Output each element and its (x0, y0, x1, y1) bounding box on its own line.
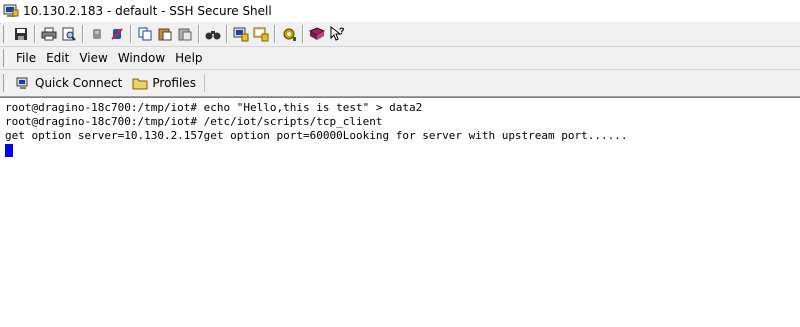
settings-icon (283, 28, 296, 41)
ssh-app-icon (3, 4, 19, 17)
toolbar-grip[interactable] (3, 25, 7, 43)
new-file-transfer-icon (253, 27, 269, 42)
menu-edit[interactable]: Edit (41, 47, 74, 69)
svg-text:?: ? (339, 26, 345, 36)
title-bar: 10.130.2.183 - default - SSH Secure Shel… (0, 0, 800, 22)
context-help-icon: ? (330, 26, 345, 41)
new-terminal-button[interactable] (232, 25, 250, 43)
save-button[interactable] (12, 25, 30, 43)
profile-bar: Quick Connect Profiles (0, 70, 800, 97)
terminal-line: get option server=10.130.2.157get option… (5, 129, 628, 142)
new-terminal-icon (233, 27, 249, 42)
toolbar-separator (226, 25, 228, 43)
print-icon (41, 27, 57, 41)
terminal-cursor (5, 144, 13, 157)
help-book-icon (309, 27, 325, 40)
find-button[interactable] (204, 25, 222, 43)
window-title: 10.130.2.183 - default - SSH Secure Shel… (23, 4, 272, 18)
settings-button[interactable] (280, 25, 298, 43)
paste-special-button[interactable] (176, 25, 194, 43)
toolbar-separator (82, 25, 84, 43)
copy-button[interactable] (136, 25, 154, 43)
paste-button[interactable] (156, 25, 174, 43)
menubar-grip[interactable] (3, 49, 7, 67)
quick-connect-button[interactable]: Quick Connect (11, 72, 128, 94)
print-button[interactable] (40, 25, 58, 43)
terminal-line: root@dragino-18c700:/tmp/iot# echo "Hell… (5, 101, 423, 114)
menu-file[interactable]: File (11, 47, 41, 69)
profiles-label: Profiles (152, 76, 196, 90)
new-file-transfer-button[interactable] (252, 25, 270, 43)
toolbar-separator (130, 25, 132, 43)
connect-button[interactable] (108, 25, 126, 43)
disconnect-button[interactable] (88, 25, 106, 43)
terminal-line: root@dragino-18c700:/tmp/iot# /etc/iot/s… (5, 115, 383, 128)
folder-icon (132, 75, 148, 91)
menu-help[interactable]: Help (170, 47, 207, 69)
main-toolbar: ? (0, 22, 800, 47)
menu-window[interactable]: Window (113, 47, 170, 69)
terminal-pane[interactable]: root@dragino-18c700:/tmp/iot# echo "Hell… (0, 97, 800, 327)
quick-connect-label: Quick Connect (35, 76, 123, 90)
toolbar-separator (198, 25, 200, 43)
menu-view[interactable]: View (74, 47, 112, 69)
terminal-cursor-line (5, 143, 800, 157)
copy-icon (138, 27, 152, 41)
toolbar-separator (274, 25, 276, 43)
toolbar-separator (34, 25, 36, 43)
save-icon (15, 28, 27, 40)
paste-special-icon (178, 28, 192, 41)
print-preview-icon (62, 27, 76, 41)
menu-bar: File Edit View Window Help (0, 47, 800, 70)
connect-icon (111, 28, 123, 40)
profilebar-separator (203, 74, 205, 92)
paste-icon (158, 28, 172, 41)
help-book-button[interactable] (308, 25, 326, 43)
disconnect-icon (93, 29, 101, 39)
toolbar-separator (302, 25, 304, 43)
print-preview-button[interactable] (60, 25, 78, 43)
quick-connect-icon (15, 75, 31, 91)
find-icon (205, 31, 221, 40)
profiles-button[interactable]: Profiles (128, 72, 202, 94)
profilebar-grip[interactable] (3, 74, 7, 92)
context-help-button[interactable]: ? (328, 25, 346, 43)
